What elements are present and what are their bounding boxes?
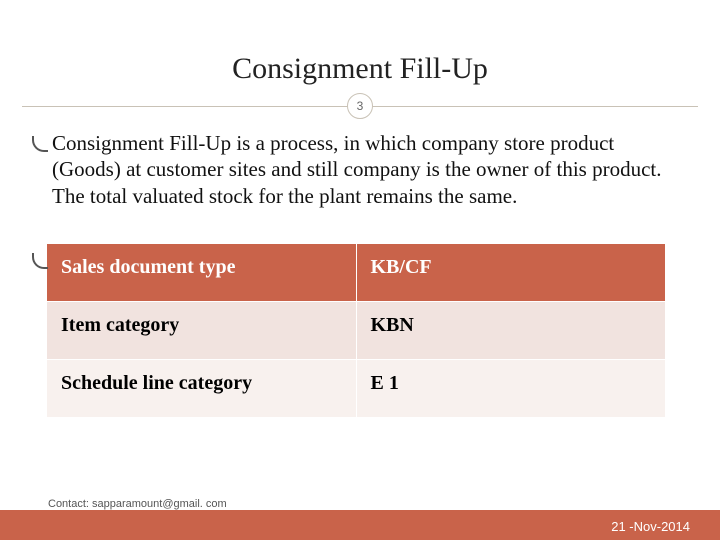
footer-date: 21 -Nov-2014 [611,519,690,534]
table-row: Sales document type KB/CF [47,243,666,301]
body-paragraph: Consignment Fill-Up is a process, in whi… [38,130,682,209]
table-cell-key: Item category [47,301,357,359]
title-rule: 3 [0,92,720,122]
config-table: Sales document type KB/CF Item category … [46,243,666,418]
table-cell-key: Sales document type [47,243,357,301]
page-number-badge: 3 [347,93,373,119]
table-row: Item category KBN [47,301,666,359]
contact-text: Contact: sapparamount@gmail. com [48,498,227,510]
table-cell-value: KBN [356,301,666,359]
slide: Consignment Fill-Up 3 Consignment Fill-U… [0,0,720,540]
table-cell-key: Schedule line category [47,359,357,417]
footer-bar: 21 -Nov-2014 [0,510,720,540]
table-cell-value: E 1 [356,359,666,417]
slide-title: Consignment Fill-Up [0,0,720,92]
table-row: Schedule line category E 1 [47,359,666,417]
table-cell-value: KB/CF [356,243,666,301]
slide-body: Consignment Fill-Up is a process, in whi… [0,122,720,418]
